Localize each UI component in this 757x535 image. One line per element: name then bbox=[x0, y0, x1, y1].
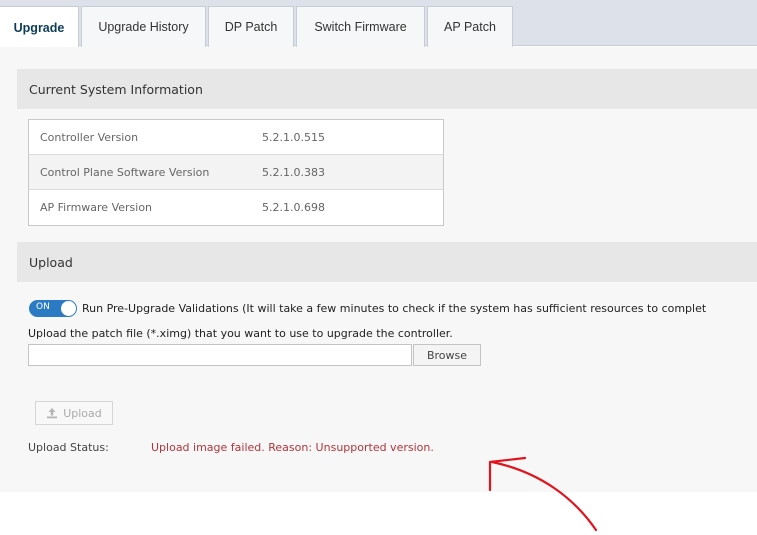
tab-upgrade-history[interactable]: Upgrade History bbox=[81, 6, 206, 47]
tab-switch-firmware[interactable]: Switch Firmware bbox=[296, 6, 425, 47]
table-row: Control Plane Software Version 5.2.1.0.3… bbox=[29, 155, 443, 190]
upload-icon bbox=[46, 407, 58, 419]
system-info-header: Current System Information bbox=[17, 69, 757, 109]
ap-firmware-version-label: AP Firmware Version bbox=[40, 201, 153, 214]
tab-bar: Upgrade Upgrade History DP Patch Switch … bbox=[0, 0, 757, 48]
tab-upgrade[interactable]: Upgrade bbox=[0, 6, 79, 48]
toggle-knob bbox=[61, 301, 76, 316]
patch-file-input[interactable] bbox=[28, 344, 412, 366]
pre-upgrade-validation-label: Run Pre-Upgrade Validations (It will tak… bbox=[82, 302, 707, 315]
system-info-table: Controller Version 5.2.1.0.515 Control P… bbox=[28, 119, 444, 226]
upload-header: Upload bbox=[17, 242, 757, 282]
table-row: Controller Version 5.2.1.0.515 bbox=[29, 120, 443, 155]
upload-status-message: Upload image failed. Reason: Unsupported… bbox=[151, 441, 434, 454]
upload-button-label: Upload bbox=[63, 406, 102, 420]
control-plane-version-value: 5.2.1.0.383 bbox=[262, 165, 325, 179]
upload-hint-text: Upload the patch file (*.ximg) that you … bbox=[28, 327, 453, 340]
upload-status-label: Upload Status: bbox=[28, 441, 109, 454]
tab-dp-patch[interactable]: DP Patch bbox=[208, 6, 294, 47]
controller-version-label: Controller Version bbox=[40, 130, 139, 144]
tab-ap-patch[interactable]: AP Patch bbox=[427, 6, 513, 47]
upload-button[interactable]: Upload bbox=[35, 401, 113, 425]
toggle-state-text: ON bbox=[36, 302, 50, 312]
control-plane-version-label: Control Plane Software Version bbox=[40, 165, 210, 179]
upload-title: Upload bbox=[29, 254, 73, 270]
browse-button[interactable]: Browse bbox=[413, 344, 481, 366]
table-row: AP Firmware Version 5.2.1.0.698 bbox=[29, 190, 443, 225]
ap-firmware-version-value: 5.2.1.0.698 bbox=[262, 201, 325, 214]
upgrade-panel: Current System Information Controller Ve… bbox=[0, 47, 757, 492]
pre-upgrade-validation-toggle[interactable]: ON bbox=[29, 300, 77, 317]
system-info-title: Current System Information bbox=[29, 81, 203, 97]
controller-version-value: 5.2.1.0.515 bbox=[262, 130, 325, 144]
